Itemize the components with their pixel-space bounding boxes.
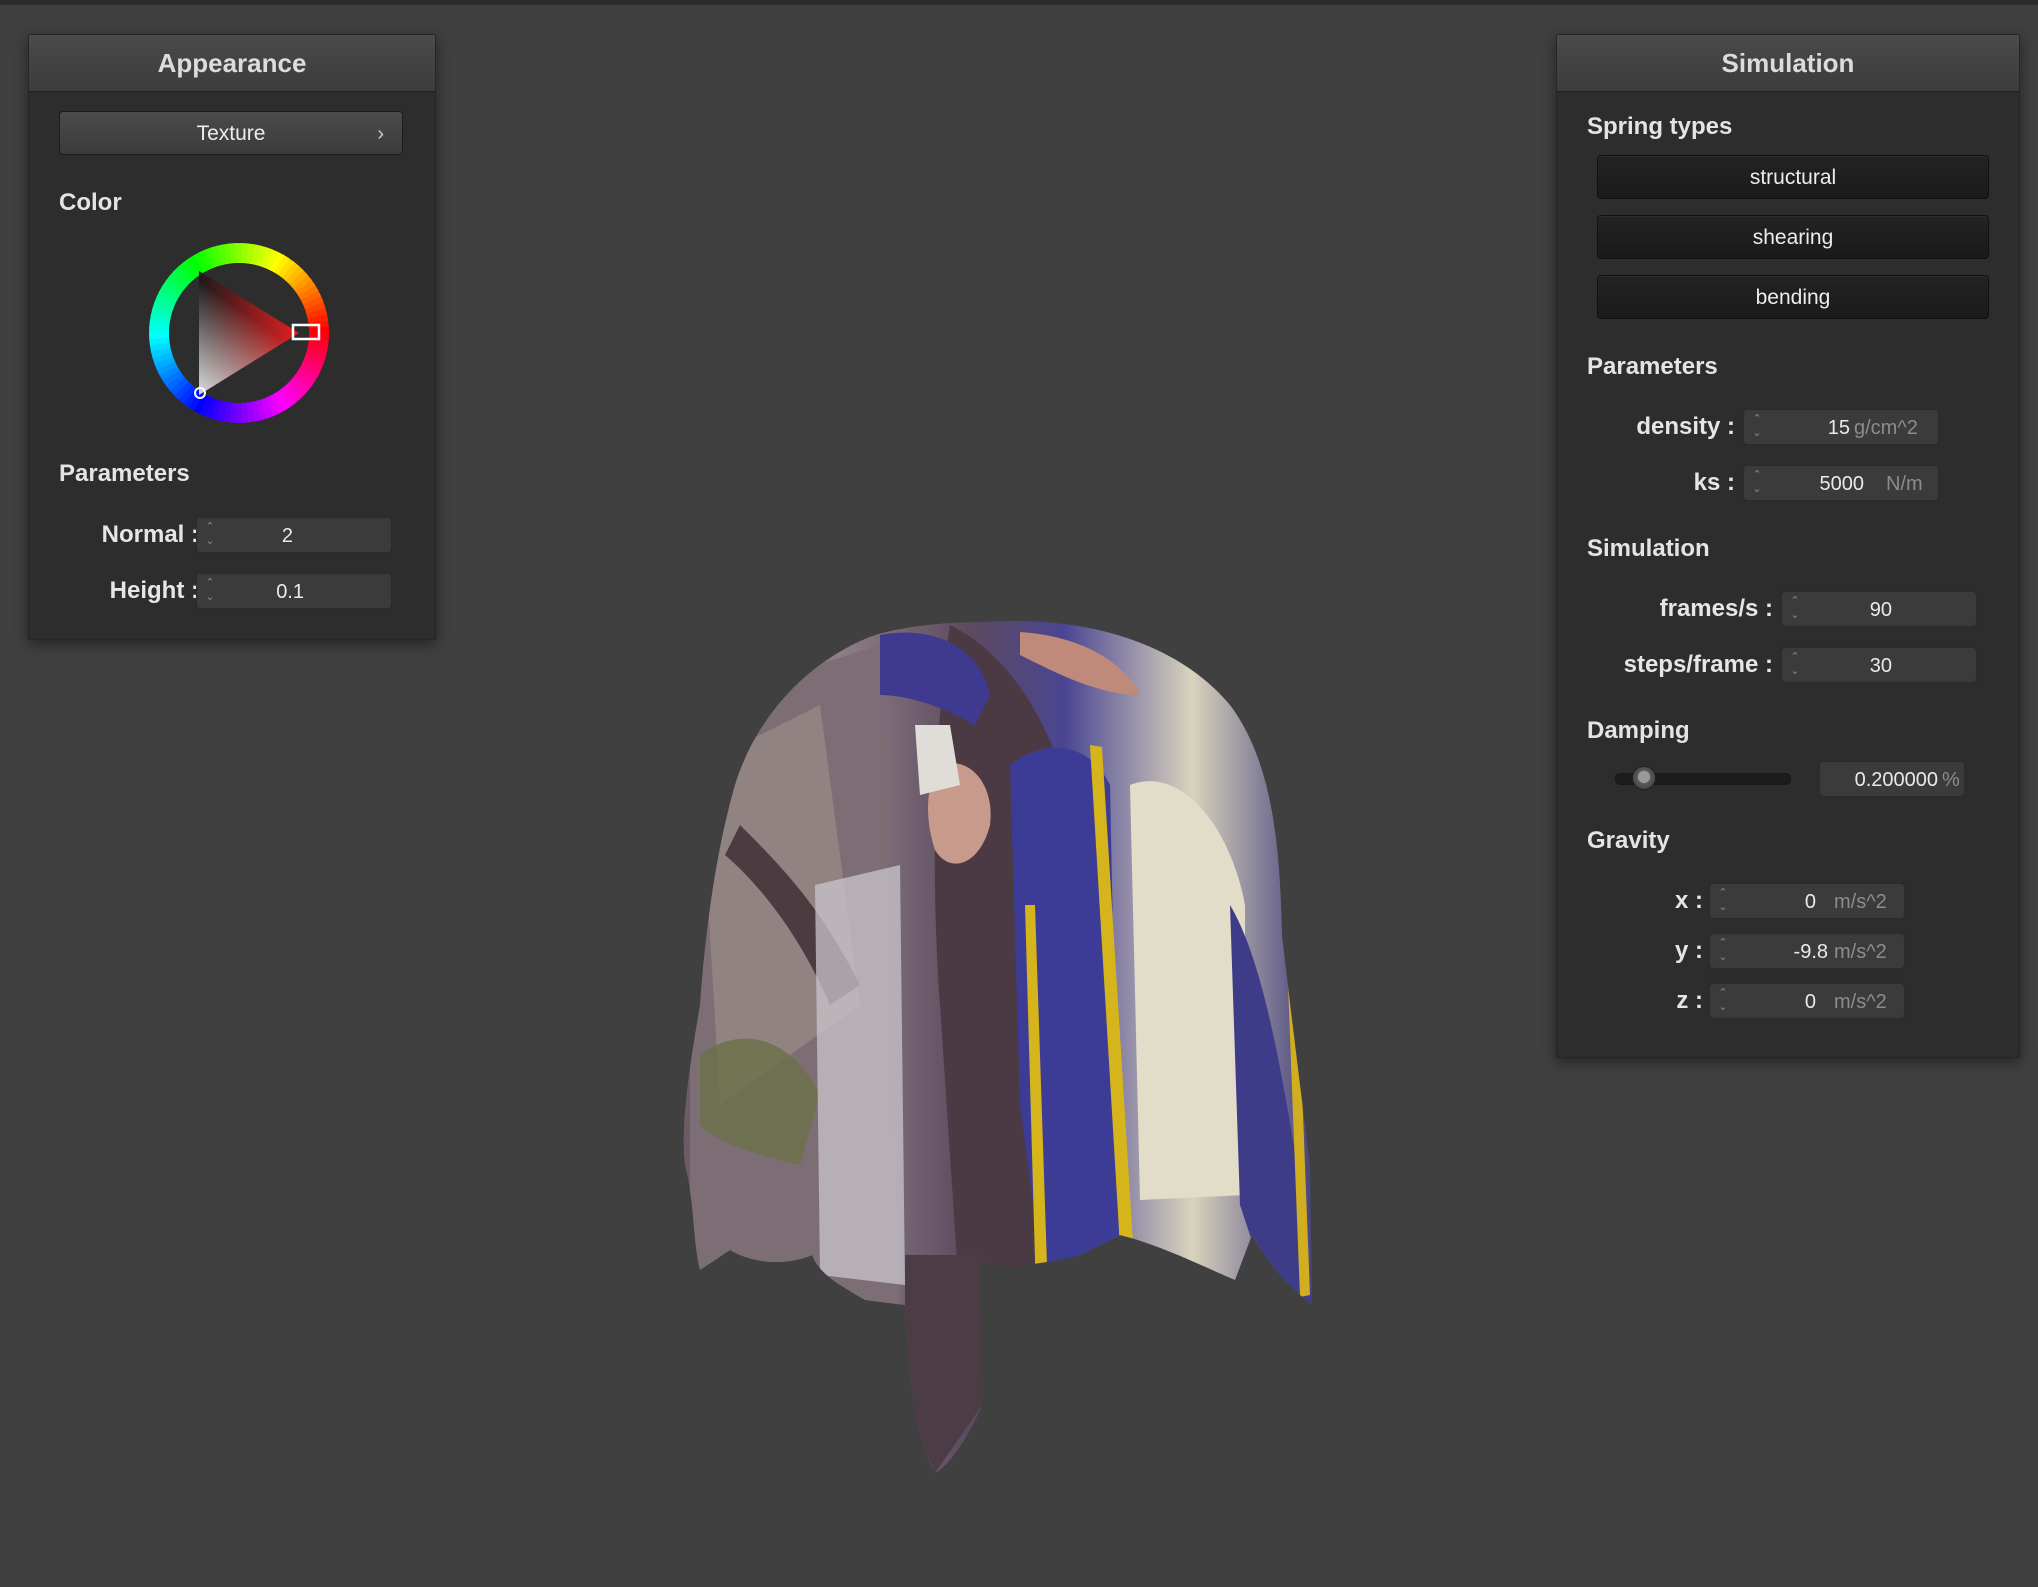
cloth-texture: [683, 621, 1312, 1473]
gravity-y-label: y :: [1674, 937, 1703, 964]
simulation-parameters-label: Parameters: [1587, 353, 1718, 380]
gravity-y-value: -9.8: [1793, 941, 1828, 963]
gravity-x-unit: m/s^2: [1834, 891, 1887, 913]
damping-slider-knob[interactable]: [1631, 766, 1656, 790]
spinner-arrows-icon[interactable]: ⌃ ⌄: [203, 520, 217, 550]
simulation-section-label: Simulation: [1587, 535, 1710, 562]
gravity-y-unit: m/s^2: [1834, 941, 1887, 963]
spinner-arrows-icon[interactable]: ⌃ ⌄: [1716, 936, 1730, 966]
steps-per-frame-label: steps/frame :: [1623, 651, 1773, 678]
density-label: density :: [1636, 413, 1735, 440]
height-value: 0.1: [276, 581, 304, 603]
gravity-z-field[interactable]: ⌃ ⌄ 0 m/s^2: [1709, 983, 1905, 1019]
appearance-panel: Appearance Texture › Color Parameters No…: [28, 34, 436, 640]
density-unit: g/cm^2: [1854, 417, 1918, 439]
texture-button-label: Texture: [196, 122, 266, 145]
damping-field[interactable]: 0.200000 %: [1819, 761, 1965, 797]
frames-per-second-value: 90: [1869, 599, 1892, 621]
gravity-z-unit: m/s^2: [1834, 991, 1887, 1013]
shearing-button[interactable]: shearing: [1597, 215, 1989, 259]
normal-field[interactable]: ⌃ ⌄ 2: [196, 517, 392, 553]
bending-button[interactable]: bending: [1597, 275, 1989, 319]
frames-per-second-field[interactable]: ⌃ ⌄ 90: [1781, 591, 1977, 627]
spinner-arrows-icon[interactable]: ⌃ ⌄: [203, 576, 217, 606]
spring-types-label: Spring types: [1587, 113, 1733, 140]
appearance-panel-title[interactable]: Appearance: [29, 35, 435, 92]
gravity-x-value: 0: [1804, 891, 1816, 913]
damping-unit: %: [1942, 769, 1960, 791]
normal-label: Normal :: [101, 521, 199, 548]
spinner-arrows-icon[interactable]: ⌃ ⌄: [1716, 886, 1730, 916]
ks-field[interactable]: ⌃ ⌄ 5000 N/m: [1743, 465, 1939, 501]
height-field[interactable]: ⌃ ⌄ 0.1: [196, 573, 392, 609]
gravity-z-value: 0: [1804, 991, 1816, 1013]
gravity-z-label: z :: [1676, 987, 1703, 1014]
normal-value: 2: [281, 525, 293, 547]
steps-per-frame-field[interactable]: ⌃ ⌄ 30: [1781, 647, 1977, 683]
steps-per-frame-value: 30: [1869, 655, 1892, 677]
ks-label: ks :: [1693, 469, 1735, 496]
ks-unit: N/m: [1886, 473, 1923, 495]
texture-button[interactable]: Texture ›: [59, 111, 403, 155]
ks-value: 5000: [1819, 473, 1865, 495]
gravity-x-label: x :: [1674, 887, 1703, 914]
chevron-right-icon: ›: [377, 123, 384, 145]
gravity-y-field[interactable]: ⌃ ⌄ -9.8 m/s^2: [1709, 933, 1905, 969]
density-value: 15: [1827, 417, 1850, 439]
damping-value: 0.200000: [1854, 769, 1938, 791]
frames-per-second-label: frames/s :: [1659, 595, 1773, 622]
spinner-arrows-icon[interactable]: ⌃ ⌄: [1788, 594, 1802, 624]
spinner-arrows-icon[interactable]: ⌃ ⌄: [1788, 650, 1802, 680]
density-field[interactable]: ⌃ ⌄ 15 g/cm^2: [1743, 409, 1939, 445]
structural-button[interactable]: structural: [1597, 155, 1989, 199]
gravity-x-field[interactable]: ⌃ ⌄ 0 m/s^2: [1709, 883, 1905, 919]
simulation-panel-title[interactable]: Simulation: [1557, 35, 2019, 92]
spinner-arrows-icon[interactable]: ⌃ ⌄: [1750, 468, 1764, 498]
color-wheel[interactable]: [139, 233, 339, 433]
spinner-arrows-icon[interactable]: ⌃ ⌄: [1750, 412, 1764, 442]
color-label: Color: [59, 189, 122, 216]
spinner-arrows-icon[interactable]: ⌃ ⌄: [1716, 986, 1730, 1016]
simulation-panel: Simulation Spring types structural shear…: [1556, 34, 2020, 1058]
damping-label: Damping: [1587, 717, 1690, 744]
height-label: Height :: [109, 577, 199, 604]
appearance-parameters-label: Parameters: [59, 460, 190, 487]
gravity-label: Gravity: [1587, 827, 1670, 854]
